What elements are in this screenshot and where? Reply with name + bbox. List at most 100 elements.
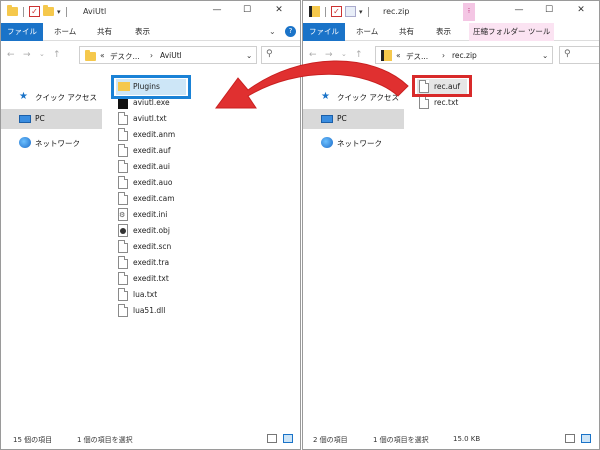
minimize-icon[interactable]: — xyxy=(211,5,223,15)
extract-tools-context-icon: ⁝ xyxy=(463,3,475,21)
tab-file[interactable]: ファイル xyxy=(303,23,345,41)
address-bar[interactable]: « デス... › rec.zip ⌄ xyxy=(375,46,553,64)
new-folder-icon[interactable] xyxy=(43,5,54,16)
maximize-icon[interactable]: ☐ xyxy=(241,5,253,15)
tab-file[interactable]: ファイル xyxy=(1,23,43,41)
up-arrow-icon[interactable]: ↑ xyxy=(53,50,61,60)
folder-icon xyxy=(85,50,96,61)
nav-item-quick-access[interactable]: ★ クイック アクセス xyxy=(303,87,404,107)
status-bar: 15 個の項目 1 個の項目を選択 xyxy=(1,429,300,449)
file-icon xyxy=(118,176,128,189)
tab-compressed-folder-tools[interactable]: 圧縮フォルダー ツール xyxy=(469,23,555,41)
list-item[interactable]: exedit.scn xyxy=(116,239,196,255)
properties-check-icon[interactable]: ✓ xyxy=(29,6,40,17)
zip-folder-icon xyxy=(381,50,392,61)
nav-item-pc[interactable]: PC xyxy=(303,109,404,129)
address-dropdown-icon[interactable]: ⌄ xyxy=(542,51,548,60)
list-item[interactable]: exedit.ini xyxy=(116,207,196,223)
minimize-icon[interactable]: — xyxy=(513,5,525,15)
title-bar: ✓ ▾ rec.zip ⁝ — ☐ ✕ xyxy=(303,1,599,23)
text-file-icon xyxy=(419,96,429,109)
help-icon[interactable]: ? xyxy=(285,26,296,37)
tab-home[interactable]: ホーム xyxy=(350,23,384,41)
forward-arrow-icon[interactable]: → xyxy=(325,50,333,60)
navigation-pane: ★ クイック アクセス PC ネットワーク xyxy=(303,69,404,429)
pc-icon xyxy=(19,115,31,123)
address-prefix: « xyxy=(100,51,105,60)
back-arrow-icon[interactable]: ← xyxy=(309,50,317,60)
plugins-highlight-box xyxy=(111,75,191,99)
tab-view[interactable]: 表示 xyxy=(129,23,156,41)
list-item[interactable]: lua51.dll xyxy=(116,303,196,319)
nav-item-network[interactable]: ネットワーク xyxy=(1,133,102,153)
window-title: AviUtl xyxy=(83,7,107,16)
item-count: 15 個の項目 xyxy=(13,436,53,444)
list-item-rec-txt[interactable]: rec.txt xyxy=(417,95,497,111)
large-icons-view-icon[interactable] xyxy=(581,434,591,443)
properties-check-icon[interactable]: ✓ xyxy=(331,6,342,17)
quick-access-dropdown-icon[interactable]: ▾ xyxy=(57,8,61,16)
forward-arrow-icon[interactable]: → xyxy=(23,50,31,60)
search-box[interactable]: ⚲ xyxy=(261,46,300,64)
list-item[interactable]: exedit.cam xyxy=(116,191,196,207)
list-item[interactable]: exedit.tra xyxy=(116,255,196,271)
address-part-desktop[interactable]: デス... xyxy=(406,51,428,62)
tab-share[interactable]: 共有 xyxy=(393,23,420,41)
file-icon xyxy=(118,256,128,269)
address-dropdown-icon[interactable]: ⌄ xyxy=(246,51,252,60)
list-item[interactable]: exedit.txt xyxy=(116,271,196,287)
explorer-window-rec-zip: ✓ ▾ rec.zip ⁝ — ☐ ✕ ファイル ホーム 共有 表示 圧縮フォル… xyxy=(302,0,600,450)
star-icon: ★ xyxy=(321,91,330,102)
close-icon[interactable]: ✕ xyxy=(273,5,285,15)
address-separator: › xyxy=(442,51,445,60)
ribbon-expand-icon[interactable]: ⌄ xyxy=(269,27,276,36)
address-part-desktop[interactable]: デスク... xyxy=(110,51,140,62)
list-item[interactable]: exedit.aui xyxy=(116,159,196,175)
file-icon xyxy=(118,240,128,253)
tab-share[interactable]: 共有 xyxy=(91,23,118,41)
address-bar[interactable]: « デスク... › AviUtl ⌄ xyxy=(79,46,257,64)
address-part-rec-zip[interactable]: rec.zip xyxy=(452,51,477,60)
list-item[interactable]: aviutl.txt xyxy=(116,111,196,127)
title-bar: ✓ ▾ AviUtl — ☐ ✕ xyxy=(1,1,300,23)
list-item[interactable]: lua.txt xyxy=(116,287,196,303)
tab-home[interactable]: ホーム xyxy=(48,23,82,41)
text-file-icon xyxy=(118,272,128,285)
details-view-icon[interactable] xyxy=(565,434,575,443)
maximize-icon[interactable]: ☐ xyxy=(543,5,555,15)
window-title: rec.zip xyxy=(383,7,410,16)
up-arrow-icon[interactable]: ↑ xyxy=(355,50,363,60)
dll-file-icon xyxy=(118,304,128,317)
address-row: ← → ⌄ ↑ « デスク... › AviUtl ⌄ ⚲ xyxy=(1,41,300,69)
history-dropdown-icon[interactable]: ⌄ xyxy=(341,50,347,58)
close-icon[interactable]: ✕ xyxy=(575,5,587,15)
list-item[interactable]: exedit.auo xyxy=(116,175,196,191)
ribbon-tabs: ファイル ホーム 共有 表示 圧縮フォルダー ツール xyxy=(303,23,599,41)
rec-auf-highlight-box xyxy=(412,75,472,97)
details-view-icon[interactable] xyxy=(267,434,277,443)
list-item[interactable]: exedit.obj xyxy=(116,223,196,239)
search-box[interactable]: ⚲ xyxy=(559,46,599,64)
pc-icon xyxy=(321,115,333,123)
ribbon-tabs: ファイル ホーム 共有 表示 ⌄ ? xyxy=(1,23,300,41)
list-item[interactable]: exedit.auf xyxy=(116,143,196,159)
tab-view[interactable]: 表示 xyxy=(430,23,457,41)
large-icons-view-icon[interactable] xyxy=(283,434,293,443)
file-icon xyxy=(118,128,128,141)
nav-item-quick-access[interactable]: ★ クイック アクセス xyxy=(1,87,102,107)
selection-count: 1 個の項目を選択 xyxy=(77,436,133,444)
history-dropdown-icon[interactable]: ⌄ xyxy=(39,50,45,58)
zip-folder-icon xyxy=(309,6,320,17)
nav-item-pc[interactable]: PC xyxy=(1,109,102,129)
list-item[interactable]: exedit.anm xyxy=(116,127,196,143)
settings-file-icon xyxy=(118,208,128,221)
nav-item-network[interactable]: ネットワーク xyxy=(303,133,404,153)
quick-access-dropdown-icon[interactable]: ▾ xyxy=(359,8,363,16)
back-arrow-icon[interactable]: ← xyxy=(7,50,15,60)
network-icon xyxy=(19,137,31,148)
text-file-icon xyxy=(118,112,128,125)
new-item-icon[interactable] xyxy=(345,6,356,17)
file-icon xyxy=(118,160,128,173)
explorer-window-aviutl: ✓ ▾ AviUtl — ☐ ✕ ファイル ホーム 共有 表示 ⌄ ? ← → … xyxy=(0,0,301,450)
address-part-aviutl[interactable]: AviUtl xyxy=(160,51,182,60)
